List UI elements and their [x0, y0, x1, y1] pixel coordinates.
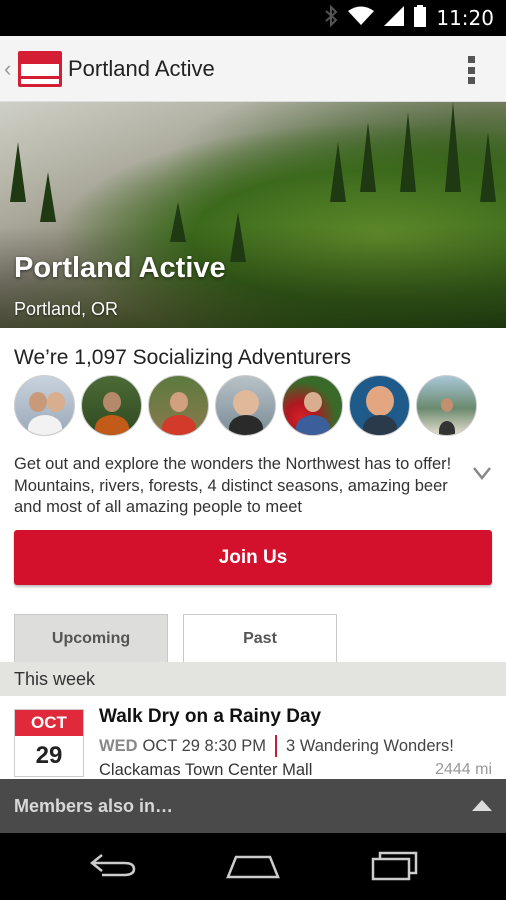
up-navigation-icon[interactable]: ‹ — [4, 56, 11, 82]
group-description: Get out and explore the wonders the Nort… — [14, 455, 452, 516]
meta-divider — [275, 735, 278, 757]
event-list-item[interactable]: OCT 29 Walk Dry on a Rainy Day WED OCT 2… — [0, 696, 506, 780]
avatar[interactable] — [349, 375, 410, 436]
back-nav-icon[interactable] — [88, 851, 138, 884]
avatar[interactable] — [81, 375, 142, 436]
app-title: Portland Active — [68, 56, 215, 81]
recents-nav-icon[interactable] — [370, 851, 420, 886]
event-title: Walk Dry on a Rainy Day — [99, 706, 322, 727]
members-also-in-bar[interactable]: Members also in… — [0, 779, 506, 833]
app-bar: ‹ Portland Active — [0, 36, 506, 102]
group-name: Portland Active — [14, 252, 226, 284]
date-day: 29 — [35, 742, 63, 769]
bluetooth-icon — [324, 4, 338, 32]
members-heading: We’re 1,097 Socializing Adventurers — [14, 346, 351, 369]
event-meta: WED OCT 29 8:30 PM 3 Wandering Wonders! — [99, 735, 454, 757]
tab-past[interactable]: Past — [183, 614, 337, 662]
status-bar: 11:20 — [0, 0, 506, 36]
battery-icon — [414, 4, 427, 32]
caret-up-icon — [472, 800, 492, 811]
member-avatars[interactable] — [14, 375, 477, 436]
home-nav-icon[interactable] — [226, 851, 280, 884]
join-button[interactable]: Join Us — [14, 530, 492, 585]
navigation-bar — [0, 833, 506, 900]
wifi-icon — [348, 6, 375, 31]
date-month: OCT — [15, 710, 83, 736]
avatar[interactable] — [14, 375, 75, 436]
overflow-menu-icon[interactable] — [466, 56, 476, 84]
event-attendees: 3 Wandering Wonders! — [286, 736, 454, 755]
status-icons: 11:20 — [324, 0, 494, 36]
status-time: 11:20 — [436, 6, 494, 30]
screen: 11:20 ‹ Portland Active Portland Active … — [0, 0, 506, 900]
section-header-label: This week — [14, 669, 96, 689]
app-logo[interactable] — [18, 51, 62, 87]
avatar[interactable] — [416, 375, 477, 436]
group-cover-photo: Portland Active Portland, OR — [0, 102, 506, 328]
date-badge: OCT 29 — [14, 709, 84, 777]
signal-icon — [384, 5, 405, 31]
event-weekday: WED — [99, 736, 138, 755]
event-datetime: OCT 29 8:30 PM — [142, 736, 267, 755]
tab-upcoming[interactable]: Upcoming — [14, 614, 168, 662]
avatar[interactable] — [148, 375, 209, 436]
members-also-in-label: Members also in… — [14, 796, 174, 816]
event-distance: 2444 mi — [435, 761, 492, 778]
section-header: This week — [0, 662, 506, 696]
avatar[interactable] — [215, 375, 276, 436]
avatar[interactable] — [282, 375, 343, 436]
group-location: Portland, OR — [14, 299, 119, 319]
expand-chevron-icon[interactable] — [472, 463, 492, 483]
event-venue: Clackamas Town Center Mall — [99, 761, 313, 779]
